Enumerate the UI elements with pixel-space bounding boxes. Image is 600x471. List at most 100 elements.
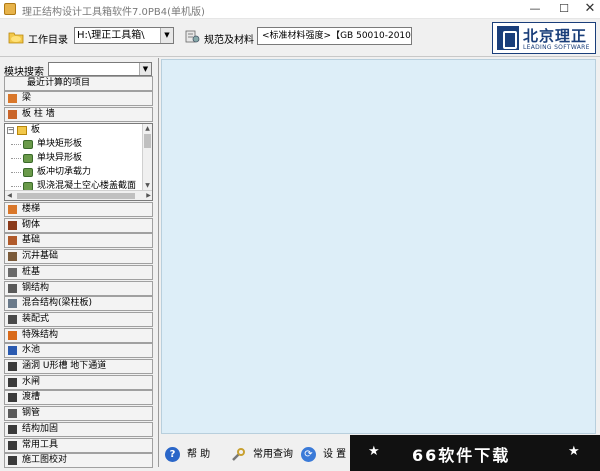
spec-material-label[interactable]: 规范及材料	[204, 31, 254, 46]
module-label: 混合结构(梁柱板)	[22, 298, 93, 309]
sluice-icon	[8, 377, 17, 387]
scroll-thumb[interactable]	[144, 134, 151, 148]
tree-vertical-scrollbar[interactable]: ▲ ▼	[142, 124, 152, 190]
aqueduct-icon	[8, 393, 17, 403]
chevron-down-icon[interactable]: ▼	[139, 63, 151, 75]
module-item[interactable]: 基础	[4, 233, 153, 249]
app-icon	[4, 3, 16, 15]
module-item[interactable]: 水池	[4, 343, 153, 359]
help-icon: ?	[165, 447, 180, 462]
pool-icon	[8, 346, 17, 356]
module-item[interactable]: 混合结构(梁柱板)	[4, 296, 153, 312]
watermark-text: 66软件下载	[412, 446, 511, 465]
module-item[interactable]: 结构加固	[4, 421, 153, 437]
module-label: 水池	[22, 345, 41, 356]
module-node-icon	[23, 154, 33, 163]
settings-icon: ⟳	[301, 447, 316, 462]
module-item[interactable]: 水闸	[4, 374, 153, 390]
module-search-input[interactable]: ▼	[48, 62, 152, 76]
scroll-right-icon[interactable]: ▶	[144, 191, 152, 200]
module-label: 常用工具	[22, 439, 59, 450]
module-item[interactable]: 装配式	[4, 311, 153, 327]
scroll-down-icon[interactable]: ▼	[143, 181, 152, 190]
masonry-icon	[8, 220, 17, 230]
module-label: 涵洞 U形槽 地下通道	[22, 361, 107, 371]
module-item[interactable]: 钢管	[4, 406, 153, 422]
module-label: 梁	[22, 93, 32, 103]
recent-projects-button[interactable]: 最近计算的项目	[4, 76, 153, 91]
module-label: 装配式	[22, 313, 50, 324]
wrench-icon	[231, 447, 246, 462]
watermark-banner: ★ 66软件下载 ★	[350, 435, 600, 471]
module-item[interactable]: 涵洞 U形槽 地下通道	[4, 359, 153, 374]
module-node-icon	[23, 168, 33, 177]
settings-button[interactable]: ⟳ 设 置	[301, 446, 351, 464]
spec-value-box[interactable]: <标准材料强度>【GB 50010-2010】	[257, 27, 412, 45]
module-label: 楼梯	[22, 204, 41, 214]
tree-connector	[11, 144, 21, 145]
module-item[interactable]: 常用工具	[4, 437, 153, 453]
module-panel: 模块搜索 ▼ 最近计算的项目 梁板 柱 墙 − 板 单块矩形板 单块异形板 板冲切承…	[0, 58, 159, 469]
common-query-button[interactable]: 常用查询	[231, 446, 295, 464]
module-item[interactable]: 板 柱 墙	[4, 107, 153, 122]
module-label: 渡槽	[22, 392, 41, 403]
module-node-icon	[23, 140, 33, 149]
chevron-down-icon[interactable]: ▼	[160, 28, 173, 43]
module-tree[interactable]: − 板 单块矩形板 单块异形板 板冲切承载力 现浇混凝土空心楼盖截面 ▲ ▼ ◀ ▶	[4, 123, 153, 201]
tree-node-label: 单块异形板	[37, 153, 83, 163]
scroll-left-icon[interactable]: ◀	[5, 191, 14, 200]
common-query-label: 常用查询	[253, 449, 293, 460]
module-item[interactable]: 砌体	[4, 217, 153, 233]
close-button[interactable]: ✕	[573, 0, 600, 19]
scroll-up-icon[interactable]: ▲	[143, 124, 152, 133]
help-label: 帮 助	[187, 449, 211, 460]
title-bar: 理正结构设计工具箱软件7.0PB4(单机版) — ☐ ✕	[0, 0, 600, 19]
main-workspace[interactable]	[161, 59, 596, 434]
pile-icon	[8, 267, 17, 277]
module-label: 钢结构	[22, 282, 50, 293]
help-button[interactable]: ? 帮 助	[165, 446, 225, 464]
star-icon: ★	[568, 444, 580, 459]
module-item[interactable]: 钢结构	[4, 280, 153, 296]
tree-node-label: 板冲切承载力	[37, 167, 92, 177]
module-item[interactable]: 桩基	[4, 264, 153, 280]
stair-icon	[8, 205, 17, 214]
tree-horizontal-scrollbar[interactable]: ◀ ▶	[5, 190, 152, 200]
module-item[interactable]: 梁	[4, 91, 153, 106]
window-title: 理正结构设计工具箱软件7.0PB4(单机版)	[22, 7, 205, 18]
module-label: 沉井基础	[22, 251, 59, 262]
workdir-label: 工作目录	[28, 35, 68, 46]
drawing-check-icon	[8, 456, 17, 466]
company-logo: 北京理正 LEADING SOFTWARE	[492, 22, 596, 54]
scroll-thumb[interactable]	[17, 193, 135, 199]
spec-material-icon[interactable]	[184, 28, 200, 44]
logo-subtext: LEADING SOFTWARE	[523, 44, 590, 51]
module-label: 特殊结构	[22, 329, 59, 340]
logo-text: 北京理正	[523, 27, 588, 45]
steel-icon	[8, 283, 17, 293]
module-label: 水闸	[22, 376, 41, 387]
module-label: 板 柱 墙	[22, 109, 55, 119]
folder-icon	[8, 32, 24, 44]
slab-icon	[8, 110, 17, 119]
star-icon: ★	[368, 444, 380, 459]
module-label: 结构加固	[22, 423, 59, 434]
beam-icon	[8, 94, 17, 103]
module-item[interactable]: 施工图校对	[4, 453, 153, 469]
module-label: 桩基	[22, 266, 41, 277]
folder-open-icon	[17, 126, 27, 135]
workdir-select[interactable]: H:\理正工具箱\ ▼	[74, 27, 174, 44]
special-icon	[8, 330, 17, 340]
recent-projects-label: 最近计算的项目	[27, 78, 91, 88]
logo-mark-icon	[497, 26, 519, 50]
caisson-icon	[8, 252, 17, 262]
module-item[interactable]: 渡槽	[4, 390, 153, 406]
collapse-icon[interactable]: −	[7, 127, 14, 134]
tree-connector	[11, 172, 21, 173]
module-item[interactable]: 特殊结构	[4, 327, 153, 343]
module-item[interactable]: 楼梯	[4, 202, 153, 217]
foundation-icon	[8, 236, 17, 246]
tree-connector	[11, 158, 21, 159]
module-item[interactable]: 沉井基础	[4, 249, 153, 265]
workdir-value: H:\理正工具箱\	[77, 30, 145, 41]
